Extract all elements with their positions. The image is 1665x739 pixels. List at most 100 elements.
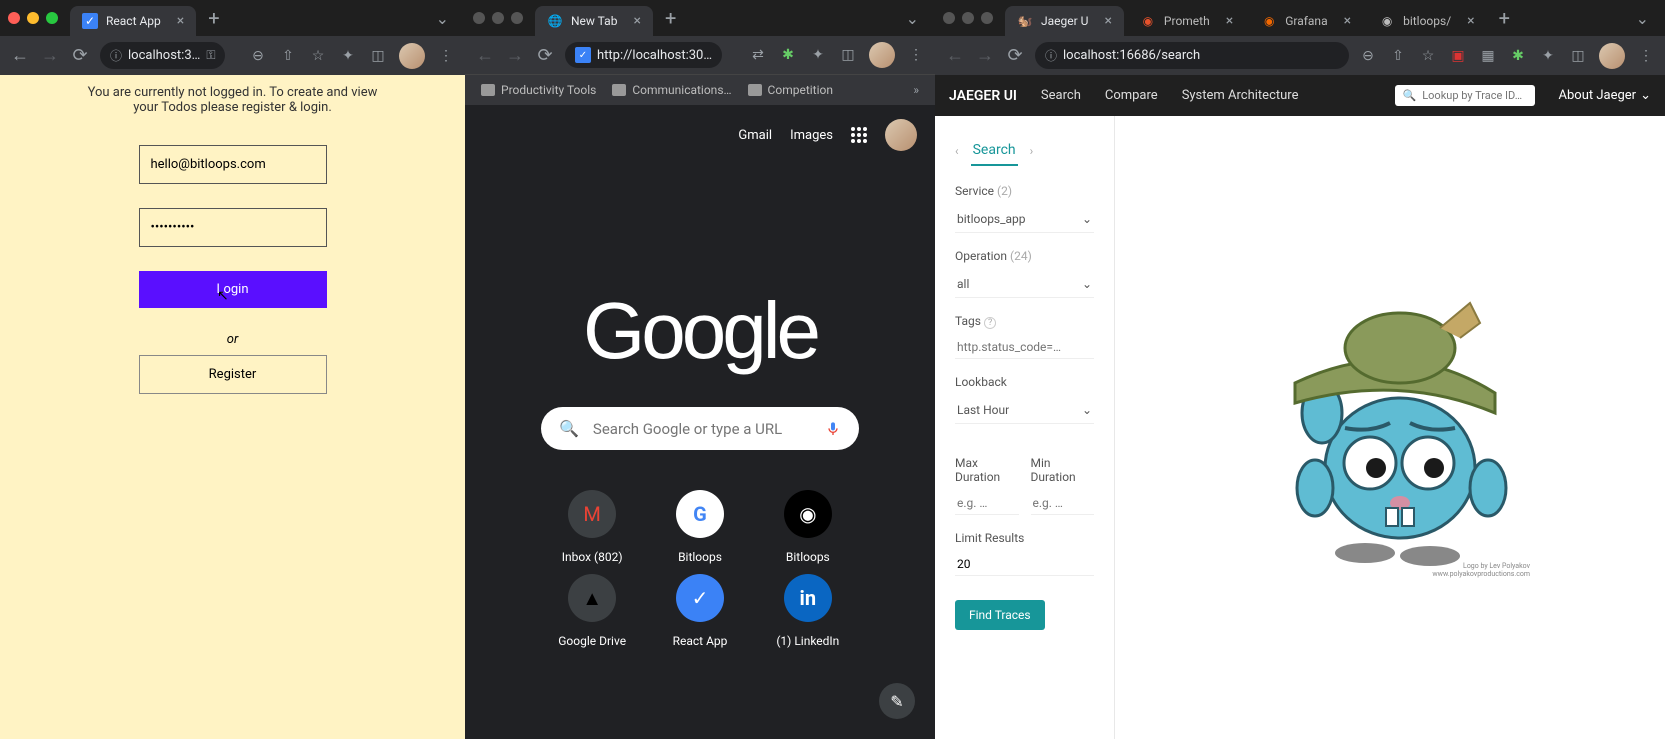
shortcut-react[interactable]: ✓React App bbox=[666, 574, 734, 648]
limit-input[interactable] bbox=[955, 553, 1094, 576]
about-link[interactable]: About Jaeger⌄ bbox=[1559, 88, 1651, 103]
close-tab-icon[interactable]: × bbox=[1467, 13, 1474, 29]
tab-prometheus[interactable]: ◉Prometh× bbox=[1128, 6, 1245, 36]
min-duration-input[interactable] bbox=[1031, 492, 1095, 515]
register-button[interactable]: Register bbox=[139, 355, 327, 394]
max-duration-input[interactable] bbox=[955, 492, 1019, 515]
minimize-window-icon[interactable] bbox=[962, 12, 974, 24]
reload-button[interactable]: ⟳ bbox=[70, 46, 90, 66]
translate-icon[interactable]: ⇄ bbox=[749, 46, 767, 64]
extensions-puzzle-icon[interactable]: ✦ bbox=[339, 47, 357, 65]
voice-search-icon[interactable] bbox=[825, 421, 841, 437]
maximize-window-icon[interactable] bbox=[981, 12, 993, 24]
apps-grid-icon[interactable] bbox=[851, 127, 867, 143]
back-button[interactable]: ← bbox=[945, 46, 965, 66]
profile-avatar[interactable] bbox=[399, 43, 425, 69]
account-avatar[interactable] bbox=[885, 119, 917, 151]
tab-grafana[interactable]: ◉Grafana× bbox=[1249, 6, 1363, 36]
email-field[interactable] bbox=[139, 145, 327, 184]
extensions-puzzle-icon[interactable]: ✦ bbox=[809, 46, 827, 64]
forward-button[interactable]: → bbox=[40, 46, 60, 66]
close-window-icon[interactable] bbox=[8, 12, 20, 24]
url-bar[interactable]: ⓘ localhost:3… ⚿ bbox=[100, 42, 225, 69]
tab-jaeger[interactable]: 🐿️Jaeger U× bbox=[1005, 6, 1124, 36]
search-bar[interactable]: 🔍 bbox=[541, 407, 859, 450]
sidepanel-icon[interactable]: ◫ bbox=[839, 46, 857, 64]
zoom-icon[interactable]: ⊖ bbox=[249, 47, 267, 65]
nav-search[interactable]: Search bbox=[1041, 88, 1081, 103]
bookmark-folder[interactable]: Competition bbox=[748, 83, 833, 97]
operation-select[interactable]: all⌄ bbox=[955, 271, 1094, 298]
jaeger-brand[interactable]: JAEGER UI bbox=[949, 88, 1017, 104]
extension-red-icon[interactable]: ▣ bbox=[1449, 47, 1467, 65]
extension-green-icon[interactable]: ✱ bbox=[779, 46, 797, 64]
profile-avatar[interactable] bbox=[1599, 43, 1625, 69]
maximize-window-icon[interactable] bbox=[511, 12, 523, 24]
menu-icon[interactable]: ⋮ bbox=[907, 46, 925, 64]
shortcut-bitloops[interactable]: GBitloops bbox=[666, 490, 734, 564]
site-info-icon[interactable]: ⓘ bbox=[1045, 47, 1057, 64]
extension-green-icon[interactable]: ✱ bbox=[1509, 47, 1527, 65]
tabs-menu-icon[interactable]: ⌄ bbox=[428, 5, 457, 32]
forward-button[interactable]: → bbox=[505, 45, 525, 65]
tab-react-app[interactable]: ✓ React App × bbox=[70, 6, 196, 36]
reload-button[interactable]: ⟳ bbox=[1005, 46, 1025, 66]
menu-icon[interactable]: ⋮ bbox=[437, 47, 455, 65]
zoom-icon[interactable]: ⊖ bbox=[1359, 47, 1377, 65]
add-tab-button[interactable]: + bbox=[1499, 6, 1510, 30]
sidepanel-icon[interactable]: ◫ bbox=[1569, 47, 1587, 65]
url-bar[interactable]: ✓ http://localhost:30… bbox=[565, 42, 722, 68]
bookmarks-overflow-icon[interactable]: » bbox=[913, 83, 919, 97]
back-button[interactable]: ← bbox=[475, 45, 495, 65]
forward-button[interactable]: → bbox=[975, 46, 995, 66]
trace-lookup[interactable]: 🔍 bbox=[1395, 85, 1535, 106]
url-bar[interactable]: ⓘ localhost:16686/search bbox=[1035, 42, 1349, 69]
bookmark-icon[interactable]: ☆ bbox=[1419, 47, 1437, 65]
close-window-icon[interactable] bbox=[473, 12, 485, 24]
shortcut-drive[interactable]: ▲Google Drive bbox=[558, 574, 626, 648]
customize-button[interactable]: ✎ bbox=[879, 683, 915, 719]
tab-new-tab[interactable]: 🌐 New Tab × bbox=[535, 6, 653, 36]
tabs-menu-icon[interactable]: ⌄ bbox=[1628, 5, 1657, 32]
maximize-window-icon[interactable] bbox=[46, 12, 58, 24]
close-window-icon[interactable] bbox=[943, 12, 955, 24]
sidepanel-icon[interactable]: ◫ bbox=[369, 47, 387, 65]
site-info-icon[interactable]: ⓘ bbox=[110, 47, 122, 64]
shortcut-github[interactable]: ◉Bitloops bbox=[774, 490, 842, 564]
find-traces-button[interactable]: Find Traces bbox=[955, 600, 1045, 630]
minimize-window-icon[interactable] bbox=[492, 12, 504, 24]
prev-icon[interactable]: ‹ bbox=[955, 144, 959, 158]
add-tab-button[interactable]: + bbox=[208, 6, 219, 30]
share-icon[interactable]: ⇧ bbox=[1389, 47, 1407, 65]
login-button[interactable]: Login bbox=[139, 271, 327, 308]
search-input[interactable] bbox=[593, 420, 811, 438]
password-field[interactable] bbox=[139, 208, 327, 247]
close-tab-icon[interactable]: × bbox=[1344, 13, 1351, 29]
images-link[interactable]: Images bbox=[790, 128, 833, 143]
reload-button[interactable]: ⟳ bbox=[535, 45, 555, 65]
close-tab-icon[interactable]: × bbox=[1226, 13, 1233, 29]
lookback-select[interactable]: Last Hour⌄ bbox=[955, 397, 1094, 424]
menu-icon[interactable]: ⋮ bbox=[1637, 47, 1655, 65]
tags-input[interactable] bbox=[955, 336, 1094, 359]
back-button[interactable]: ← bbox=[10, 46, 30, 66]
bookmark-icon[interactable]: ☆ bbox=[309, 47, 327, 65]
tabs-menu-icon[interactable]: ⌄ bbox=[898, 5, 927, 32]
close-tab-icon[interactable]: × bbox=[177, 13, 184, 29]
share-icon[interactable]: ⇧ bbox=[279, 47, 297, 65]
minimize-window-icon[interactable] bbox=[27, 12, 39, 24]
extensions-puzzle-icon[interactable]: ✦ bbox=[1539, 47, 1557, 65]
trace-id-input[interactable] bbox=[1422, 89, 1526, 102]
shortcut-linkedin[interactable]: in(1) LinkedIn bbox=[774, 574, 842, 648]
add-tab-button[interactable]: + bbox=[665, 6, 676, 30]
nav-compare[interactable]: Compare bbox=[1105, 88, 1158, 103]
service-select[interactable]: bitloops_app⌄ bbox=[955, 206, 1094, 233]
next-icon[interactable]: › bbox=[1030, 144, 1034, 158]
panel-tab-search[interactable]: Search bbox=[971, 136, 1018, 166]
extension-google-icon[interactable]: ▦ bbox=[1479, 47, 1497, 65]
profile-avatar[interactable] bbox=[869, 42, 895, 68]
close-tab-icon[interactable]: × bbox=[1104, 13, 1111, 29]
tab-github[interactable]: ◉bitloops/× bbox=[1367, 6, 1487, 36]
bookmark-folder[interactable]: Communications… bbox=[612, 83, 731, 97]
bookmark-folder[interactable]: Productivity Tools bbox=[481, 83, 596, 97]
